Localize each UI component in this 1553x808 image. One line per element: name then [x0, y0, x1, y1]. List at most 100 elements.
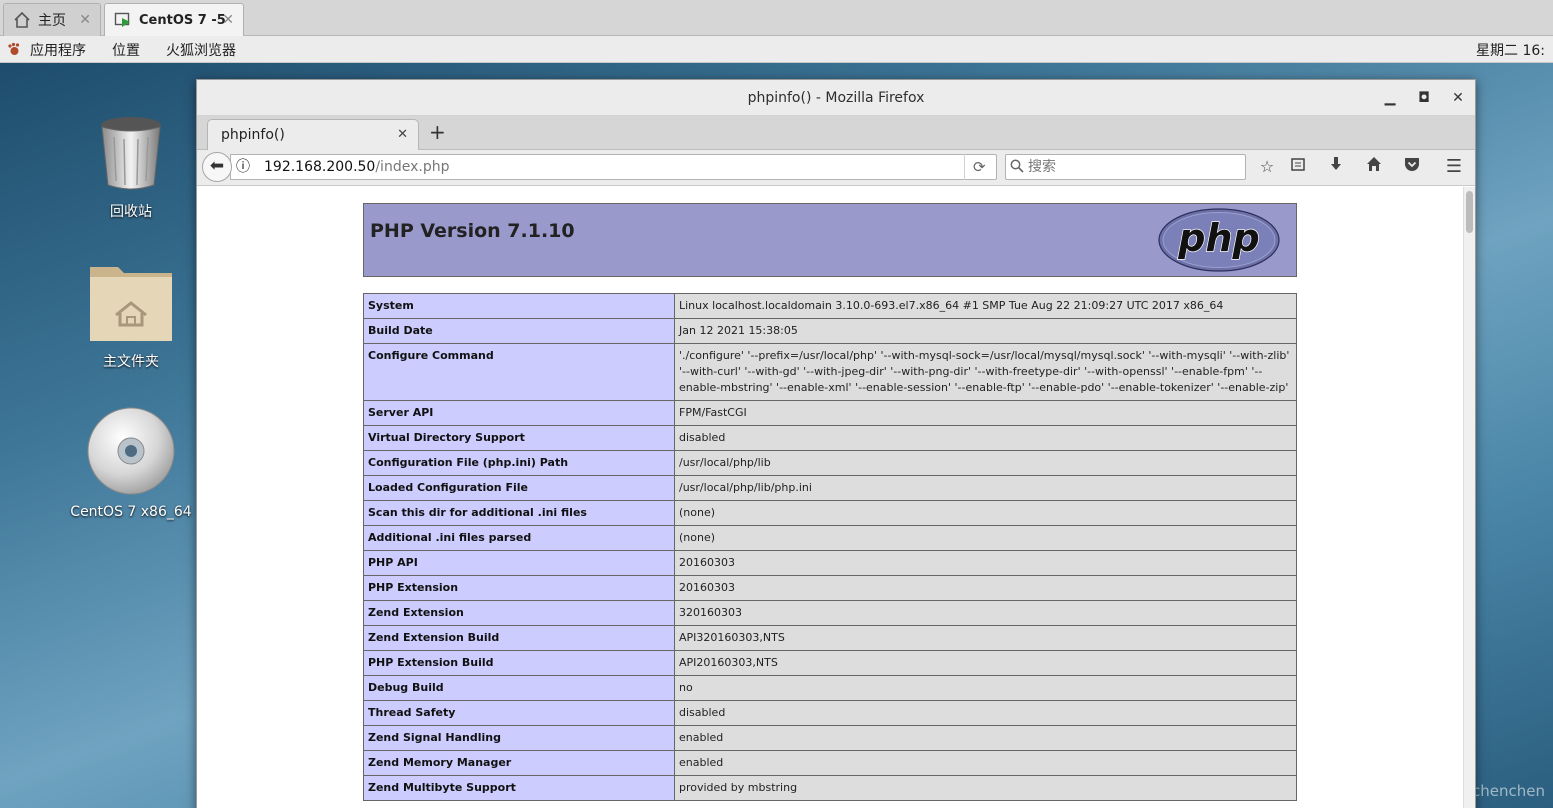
- pocket-icon[interactable]: [1401, 156, 1423, 178]
- row-value: 20160303: [674, 575, 1297, 601]
- page-viewport: PHP Version 7.1.10 php System Linux local…: [197, 187, 1463, 808]
- row-value: disabled: [674, 700, 1297, 726]
- vm-tab-home-label: 主页: [38, 13, 66, 29]
- row-key: Zend Memory Manager: [363, 750, 675, 776]
- row-key: Zend Extension: [363, 600, 675, 626]
- desktop-icon-home-folder[interactable]: 主文件夹: [71, 259, 191, 371]
- gnome-foot-icon: [7, 42, 22, 61]
- table-row: System Linux localhost.localdomain 3.10.0…: [363, 293, 1297, 319]
- row-value: (none): [674, 525, 1297, 551]
- table-row: Configure Command './configure' '--prefix…: [363, 343, 1297, 401]
- row-key: Scan this dir for additional .ini files: [363, 500, 675, 526]
- navigation-toolbar: ⓘ 192.168.200.50/index.php ⟳ ⬅ 搜索 ☆ ☰: [197, 150, 1475, 186]
- close-tab-icon[interactable]: ✕: [397, 120, 408, 150]
- table-row: PHP Extension Build API20160303,NTS: [363, 650, 1297, 676]
- row-value: './configure' '--prefix=/usr/local/php' …: [674, 343, 1297, 401]
- firefox-window: phpinfo() - Mozilla Firefox ▁ ◘ ✕ phpinf…: [196, 79, 1476, 808]
- search-placeholder: 搜索: [1028, 159, 1056, 175]
- row-value: /usr/local/php/lib: [674, 450, 1297, 476]
- table-row: Zend Extension Build API320160303,NTS: [363, 625, 1297, 651]
- browser-tab-bar: phpinfo() ✕ +: [197, 116, 1475, 150]
- vm-tab-centos[interactable]: CentOS 7 -5 ✕: [104, 3, 244, 36]
- home-button-icon[interactable]: [1363, 156, 1385, 178]
- menu-places[interactable]: 位置: [112, 40, 140, 60]
- row-key: Virtual Directory Support: [363, 425, 675, 451]
- row-key: Additional .ini files parsed: [363, 525, 675, 551]
- table-row: Additional .ini files parsed (none): [363, 525, 1297, 551]
- window-titlebar: phpinfo() - Mozilla Firefox ▁ ◘ ✕: [197, 80, 1475, 116]
- home-folder-icon: [90, 267, 172, 341]
- download-icon[interactable]: [1325, 156, 1347, 178]
- vm-tab-centos-label: CentOS 7 -5: [139, 12, 226, 28]
- row-value: API320160303,NTS: [674, 625, 1297, 651]
- desktop-icon-trash[interactable]: 回收站: [71, 113, 191, 221]
- url-host: 192.168.200.50: [264, 159, 376, 175]
- maximize-icon[interactable]: ◘: [1414, 80, 1434, 116]
- row-value: 20160303: [674, 550, 1297, 576]
- vertical-scrollbar[interactable]: [1463, 187, 1475, 808]
- back-button[interactable]: ⬅: [202, 152, 232, 182]
- row-key: Server API: [363, 400, 675, 426]
- row-key: Configuration File (php.ini) Path: [363, 450, 675, 476]
- reload-icon[interactable]: ⟳: [973, 155, 986, 179]
- home-icon: [12, 10, 32, 30]
- bookmarks-list-icon[interactable]: [1287, 156, 1309, 178]
- row-value: provided by mbstring: [674, 775, 1297, 801]
- vm-icon: [113, 10, 133, 30]
- table-row: Scan this dir for additional .ini files(…: [363, 500, 1297, 526]
- table-row: PHP API 20160303: [363, 550, 1297, 576]
- row-value: Jan 12 2021 15:38:05: [674, 318, 1297, 344]
- info-icon[interactable]: ⓘ: [236, 155, 250, 179]
- php-header: PHP Version 7.1.10 php: [363, 203, 1297, 277]
- menu-applications[interactable]: 应用程序: [30, 40, 86, 60]
- minimize-icon[interactable]: ▁: [1380, 80, 1400, 116]
- table-row: PHP Extension 20160303: [363, 575, 1297, 601]
- table-row: Server API FPM/FastCGI: [363, 400, 1297, 426]
- bookmark-star-icon[interactable]: ☆: [1256, 156, 1278, 178]
- url-bar[interactable]: ⓘ 192.168.200.50/index.php ⟳: [230, 154, 997, 180]
- trash-label: 回收站: [110, 204, 152, 220]
- url-path: /index.php: [375, 159, 450, 175]
- row-key: Thread Safety: [363, 700, 675, 726]
- cdrom-label: CentOS 7 x86_64: [70, 504, 192, 520]
- row-key: Zend Multibyte Support: [363, 775, 675, 801]
- close-icon[interactable]: ✕: [222, 12, 234, 28]
- row-value: /usr/local/php/lib/php.ini: [674, 475, 1297, 501]
- trash-icon: [101, 117, 161, 190]
- php-version-title: PHP Version 7.1.10: [370, 220, 575, 242]
- vm-tab-bar: 主页 ✕ CentOS 7 -5 ✕: [0, 0, 1553, 36]
- table-row: Build Date Jan 12 2021 15:38:05: [363, 318, 1297, 344]
- row-key: Zend Signal Handling: [363, 725, 675, 751]
- desktop-icon-cdrom[interactable]: CentOS 7 x86_64: [70, 406, 192, 520]
- table-row: Configuration File (php.ini) Path/usr/lo…: [363, 450, 1297, 476]
- row-key: Build Date: [363, 318, 675, 344]
- vm-tab-home[interactable]: 主页 ✕: [3, 3, 101, 36]
- row-key: Loaded Configuration File: [363, 475, 675, 501]
- table-row: Loaded Configuration File/usr/local/php/…: [363, 475, 1297, 501]
- row-value: (none): [674, 500, 1297, 526]
- new-tab-icon[interactable]: +: [429, 120, 446, 144]
- php-info-table: System Linux localhost.localdomain 3.10.0…: [363, 293, 1297, 801]
- home-folder-label: 主文件夹: [103, 354, 159, 370]
- row-key: System: [363, 293, 675, 319]
- close-window-icon[interactable]: ✕: [1448, 80, 1468, 116]
- row-value: FPM/FastCGI: [674, 400, 1297, 426]
- search-icon: [1010, 155, 1024, 179]
- table-row: Zend Extension 320160303: [363, 600, 1297, 626]
- table-row: Zend Memory Manager enabled: [363, 750, 1297, 776]
- search-bar[interactable]: 搜索: [1005, 154, 1246, 180]
- row-value: API20160303,NTS: [674, 650, 1297, 676]
- table-row: Virtual Directory Support disabled: [363, 425, 1297, 451]
- row-key: PHP Extension Build: [363, 650, 675, 676]
- row-value: Linux localhost.localdomain 3.10.0-693.e…: [674, 293, 1297, 319]
- clock[interactable]: 星期二 16:: [1476, 40, 1545, 60]
- scrollbar-thumb[interactable]: [1466, 191, 1473, 233]
- php-logo-text: php: [1177, 216, 1259, 260]
- row-key: PHP API: [363, 550, 675, 576]
- back-arrow-icon: ⬅: [209, 156, 225, 176]
- close-icon[interactable]: ✕: [79, 12, 91, 28]
- menu-firefox[interactable]: 火狐浏览器: [166, 40, 236, 60]
- browser-tab-phpinfo[interactable]: phpinfo() ✕: [207, 119, 419, 150]
- hamburger-menu-icon[interactable]: ☰: [1443, 156, 1465, 178]
- table-row: Zend Multibyte Support provided by mbstri…: [363, 775, 1297, 801]
